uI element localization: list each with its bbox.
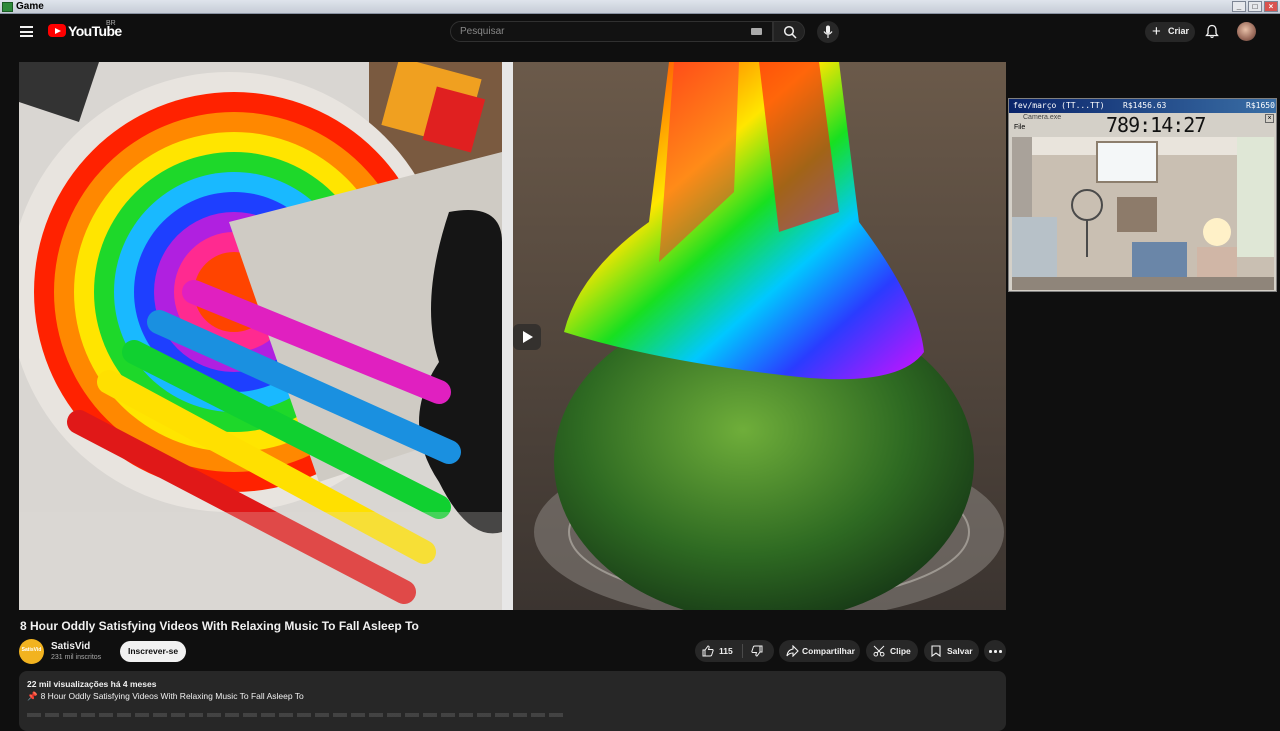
create-label: Criar (1168, 26, 1190, 36)
clip-label: Clipe (890, 646, 911, 656)
minimize-button[interactable]: _ (1232, 1, 1246, 12)
masthead: YouTube BR Pesquisar + Criar (0, 14, 1280, 48)
menu-icon[interactable] (20, 26, 33, 37)
video-player[interactable] (19, 62, 1006, 610)
share-button[interactable]: Compartilhar (779, 640, 860, 662)
share-label: Compartilhar (802, 646, 855, 656)
subscriber-count: 231 mil inscritos (51, 654, 102, 661)
mic-icon (823, 25, 833, 38)
clip-button[interactable]: Clipe (866, 640, 918, 662)
voice-search-button[interactable] (817, 21, 839, 43)
description-text: 8 Hour Oddly Satisfying Videos With Rela… (40, 691, 304, 701)
overlay-header: fev/março (TT...TT) R$1456.63 R$1650 (1009, 99, 1276, 113)
dislike-button[interactable] (743, 640, 774, 662)
window-controls: _ □ × (1232, 1, 1278, 12)
channel-avatar-text: SatisVid (21, 647, 42, 653)
thumbs-up-icon (702, 645, 714, 657)
app-icon (2, 2, 13, 12)
video-title: 8 Hour Oddly Satisfying Videos With Rela… (20, 619, 419, 633)
overlay-goal: R$1650 (1246, 101, 1275, 110)
country-code: BR (106, 20, 116, 27)
save-label: Salvar (947, 646, 973, 656)
youtube-logo-icon[interactable] (48, 24, 66, 37)
overlay-timer: 789:14:27 (1106, 113, 1206, 137)
search-input[interactable]: Pesquisar (450, 21, 773, 42)
window-title-bar: Game _ □ × (0, 0, 1280, 14)
webcam-feed (1012, 137, 1274, 290)
stream-overlay: fev/março (TT...TT) R$1456.63 R$1650 Cam… (1008, 98, 1277, 292)
webcam-image (1012, 137, 1274, 290)
plus-icon: + (1152, 23, 1161, 40)
scissors-icon (873, 645, 885, 657)
account-avatar[interactable] (1237, 22, 1256, 41)
like-dislike-group: 115 (695, 640, 774, 662)
subscribe-button[interactable]: Inscrever-se (120, 641, 186, 662)
channel-name[interactable]: SatisVid (51, 641, 90, 652)
like-count: 115 (719, 646, 733, 656)
thumbs-down-icon (751, 645, 763, 657)
views-and-date: 22 mil visualizações há 4 meses (27, 679, 157, 689)
create-button[interactable]: + Criar (1145, 22, 1195, 42)
overlay-period: fev/março (TT...TT) (1013, 101, 1105, 110)
camera-window-title: Camera.exe (1023, 114, 1062, 121)
channel-avatar[interactable]: SatisVid (19, 639, 44, 664)
overlay-balance: R$1456.63 (1123, 101, 1167, 110)
pin-icon: 📌 (27, 691, 38, 701)
camera-menu-file[interactable]: File (1014, 124, 1025, 131)
close-button[interactable]: × (1264, 1, 1278, 12)
play-icon[interactable] (513, 324, 541, 350)
search-button[interactable] (773, 21, 805, 42)
more-actions-button[interactable] (984, 640, 1006, 662)
bell-icon[interactable] (1205, 24, 1219, 39)
camera-close-icon[interactable]: × (1265, 114, 1274, 123)
save-button[interactable]: Salvar (924, 640, 979, 662)
search-placeholder: Pesquisar (460, 26, 505, 37)
share-icon (786, 645, 799, 657)
bookmark-icon (931, 645, 941, 657)
window-title: Game (16, 1, 44, 12)
description-box[interactable]: 22 mil visualizações há 4 meses 📌 8 Hour … (19, 671, 1006, 731)
keyboard-icon[interactable] (751, 28, 762, 35)
like-button[interactable]: 115 (695, 640, 742, 662)
description-line: 📌 8 Hour Oddly Satisfying Videos With Rel… (27, 691, 304, 702)
description-more (27, 713, 567, 717)
search-icon (783, 25, 797, 39)
maximize-button[interactable]: □ (1248, 1, 1262, 12)
